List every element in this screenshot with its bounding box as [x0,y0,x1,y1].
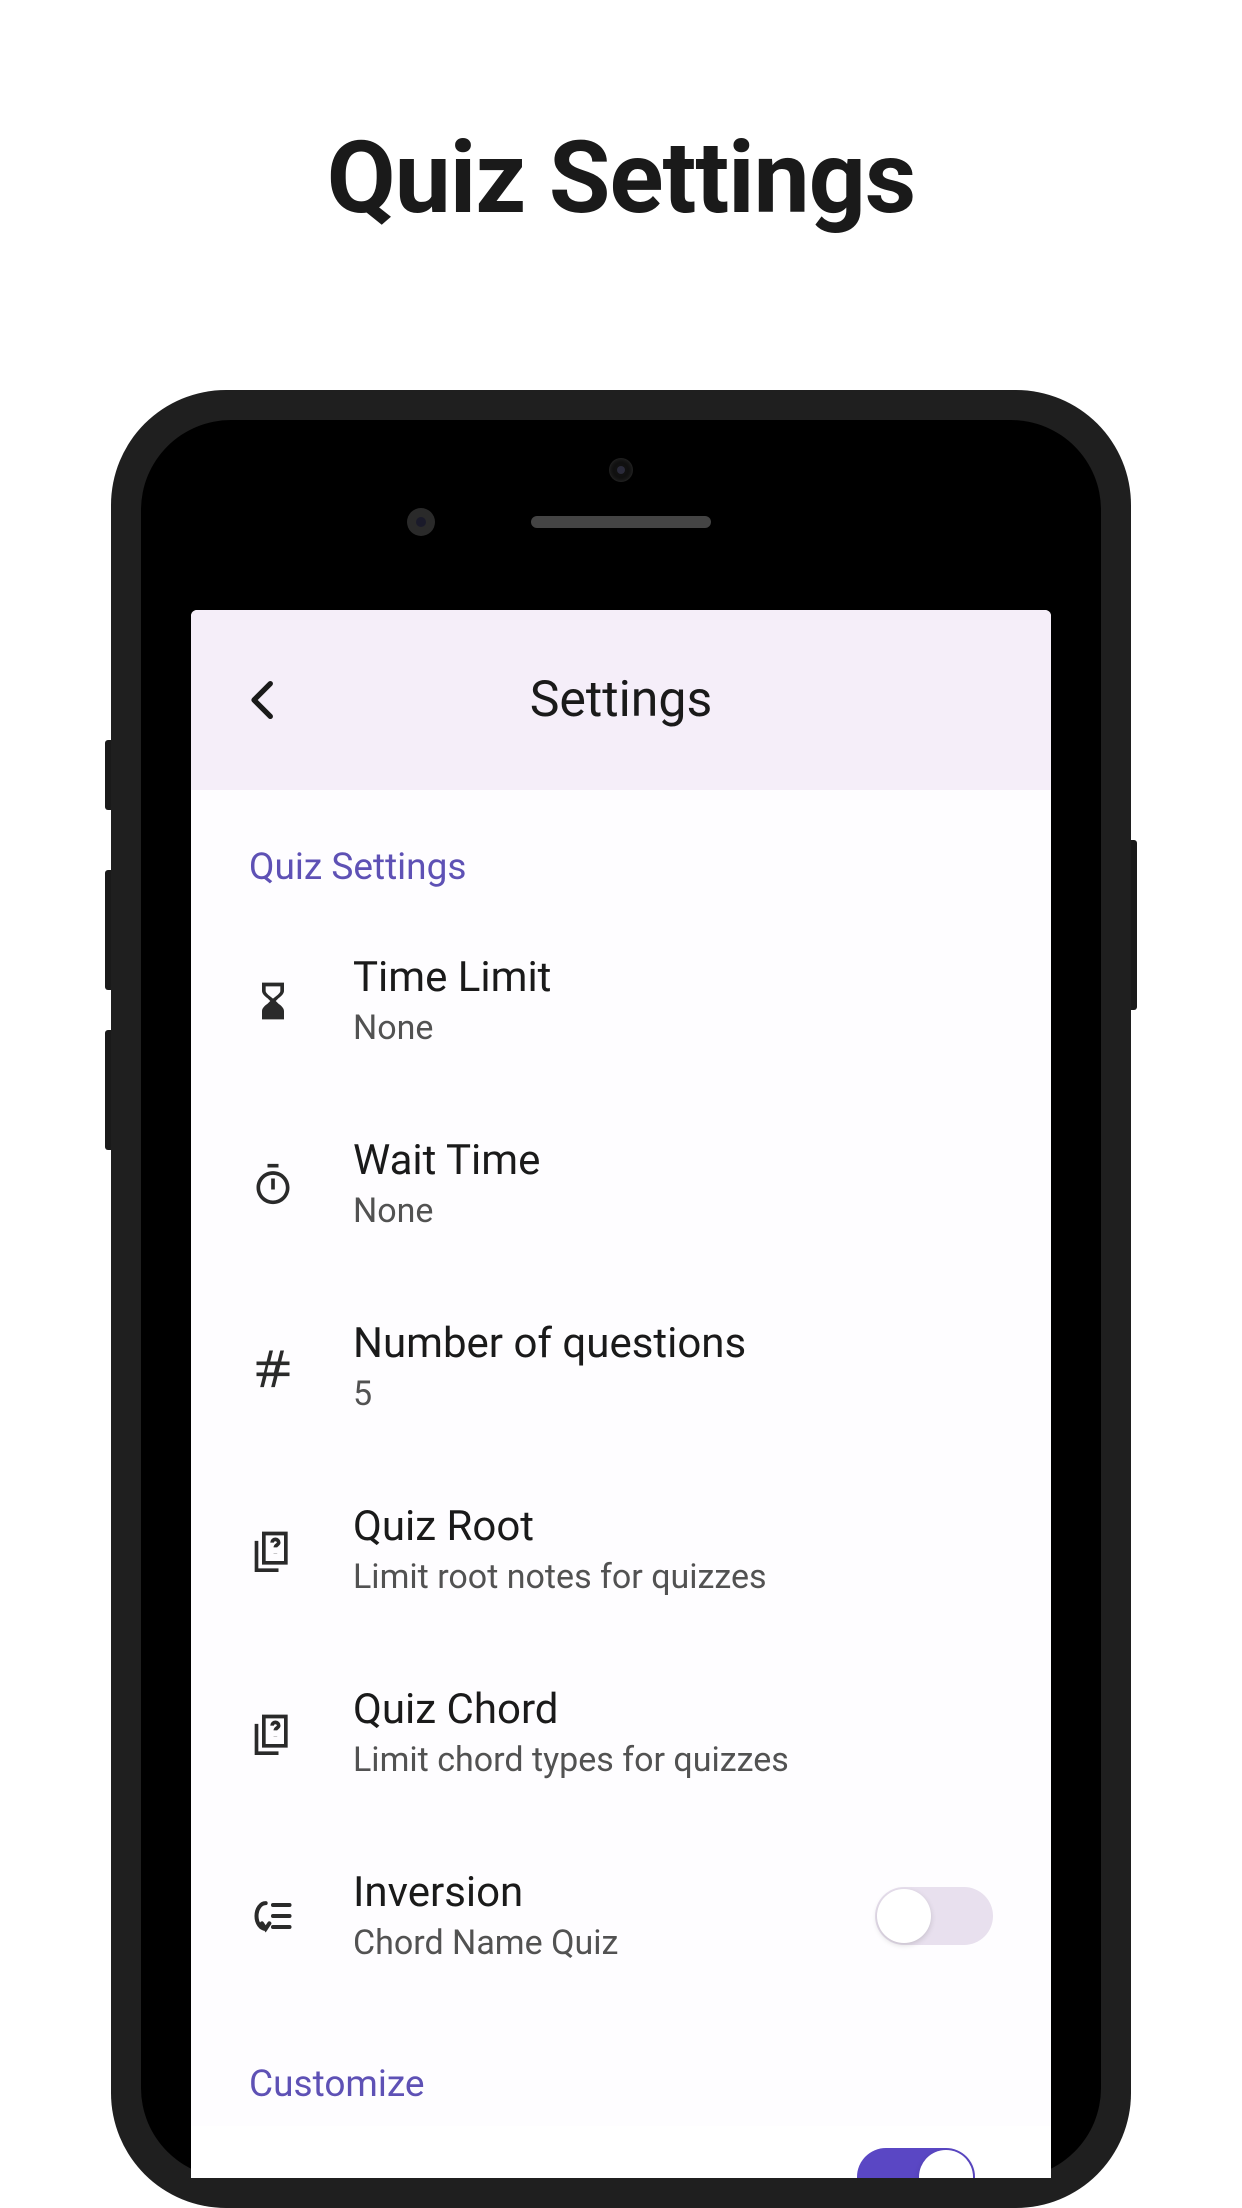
stopwatch-icon [249,1160,297,1208]
page-title: Quiz Settings [0,0,1242,237]
inversion-icon [249,1892,297,1940]
setting-title: Inversion [353,1868,819,1917]
phone-front-camera [407,508,435,536]
hash-icon [249,1343,297,1391]
setting-title: Time Limit [353,953,993,1002]
app-header: Settings [191,610,1051,790]
question-card-icon [249,1526,297,1574]
app-screen: Settings Quiz Settings Time Limit None [191,610,1051,2178]
setting-subtitle: Chord Name Quiz [353,1923,819,1963]
question-card-icon [249,1709,297,1757]
phone-top-sensor [609,458,633,482]
setting-subtitle: Limit chord types for quizzes [353,1740,993,1780]
setting-title: Quiz Chord [353,1685,993,1734]
setting-subtitle: 5 [353,1374,993,1414]
phone-mockup: Settings Quiz Settings Time Limit None [111,390,1131,2208]
app-header-title: Settings [241,671,1001,729]
setting-title: Quiz Root [353,1502,993,1551]
phone-speaker [531,516,711,528]
setting-time-limit[interactable]: Time Limit None [249,909,993,1092]
partial-toggle-on[interactable] [857,2148,975,2178]
setting-wait-time[interactable]: Wait Time None [249,1092,993,1275]
hourglass-icon [249,977,297,1025]
setting-subtitle: None [353,1008,993,1048]
section-header-quiz: Quiz Settings [249,790,993,909]
section-header-customize: Customize [249,2007,993,2126]
setting-quiz-chord[interactable]: Quiz Chord Limit chord types for quizzes [249,1641,993,1824]
setting-subtitle: None [353,1191,993,1231]
setting-inversion: Inversion Chord Name Quiz [249,1824,993,2007]
setting-title: Wait Time [353,1136,993,1185]
volume-up-button [105,870,111,990]
power-button [1131,840,1137,1010]
settings-content: Quiz Settings Time Limit None [191,790,1051,2126]
setting-quiz-root[interactable]: Quiz Root Limit root notes for quizzes [249,1458,993,1641]
inversion-toggle[interactable] [875,1887,993,1945]
setting-title: Number of questions [353,1319,993,1368]
setting-subtitle: Limit root notes for quizzes [353,1557,993,1597]
volume-down-button [105,1030,111,1150]
setting-number-questions[interactable]: Number of questions 5 [249,1275,993,1458]
mute-switch [105,740,111,810]
